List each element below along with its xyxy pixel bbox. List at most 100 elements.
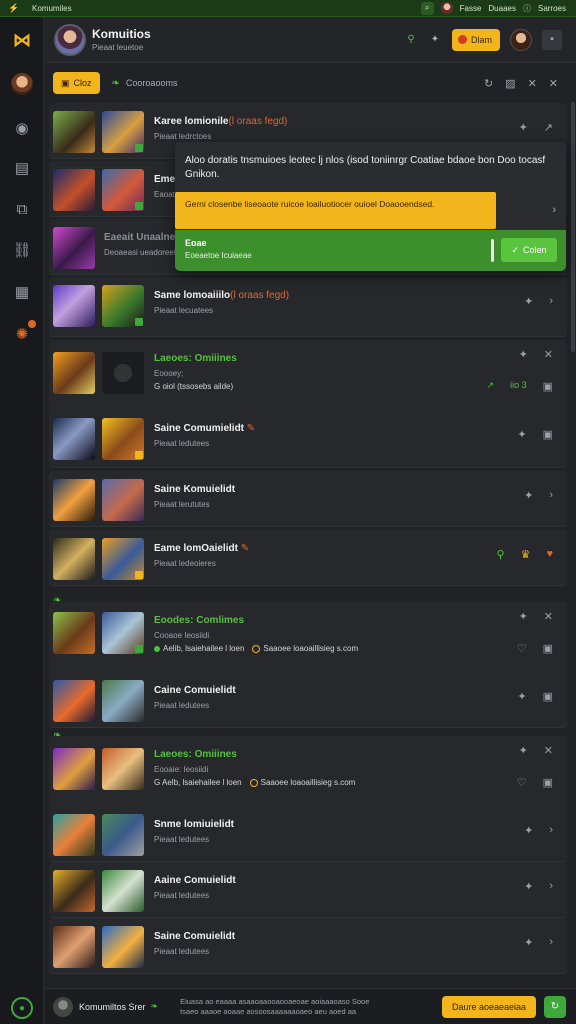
brand-logo-icon[interactable]: ⋈ <box>11 29 33 51</box>
list-item[interactable]: Caine Comuielidt Pieaat ledutees ✦ ▣ <box>49 672 567 728</box>
bottom-info: Eiuasa ao eaaaa asaaoaaooaooaeoae aoiaaa… <box>180 996 370 1016</box>
list-item[interactable]: Aaine Comuielidt Pieaat ledutees ✦ › <box>49 862 567 918</box>
header-action-button[interactable]: Dlam <box>451 28 500 51</box>
tag-icon[interactable]: ⚲ <box>497 548 505 561</box>
chevron-right-icon[interactable]: › <box>549 295 553 308</box>
avatar[interactable] <box>440 2 453 14</box>
scrollbar[interactable] <box>571 102 575 352</box>
confirm-subtitle: Eoeaetoe Icuiaeae <box>185 251 252 260</box>
star-icon[interactable]: ✦ <box>519 121 528 134</box>
item-title: Karee lomionile(l oraas fegd) <box>154 116 288 127</box>
star-icon[interactable]: ✦ <box>517 428 526 441</box>
item-subtitle: Pieaat lerututes <box>154 500 210 509</box>
star-icon[interactable]: ✦ <box>524 295 533 308</box>
user-avatar[interactable] <box>510 28 532 51</box>
trophy-icon[interactable]: ♛ <box>521 548 531 561</box>
star-icon[interactable]: ✦ <box>524 880 533 893</box>
list-item[interactable]: Saine Komuielidt Pieaat lerututes ✦ › <box>49 471 567 527</box>
compass-icon[interactable]: ◉ <box>11 117 33 139</box>
chevron-right-icon[interactable]: › <box>549 824 553 837</box>
layout-icon[interactable]: ▦ <box>11 281 33 303</box>
game-thumbnail <box>102 538 144 580</box>
star-icon[interactable]: ✦ <box>517 690 526 703</box>
community-avatar[interactable] <box>54 23 86 56</box>
game-thumbnail <box>53 814 95 856</box>
filter-chip[interactable]: ▣ Cloz <box>53 72 100 94</box>
leaf-icon: ❧ <box>150 1001 159 1011</box>
gamepad-icon[interactable]: ⧉ <box>11 198 33 220</box>
status-badge <box>135 318 143 326</box>
item-subtitle: Pieaat ledutees <box>154 701 210 710</box>
notification-icon[interactable]: ✺ <box>11 320 36 345</box>
save-icon[interactable]: ▣ <box>543 380 553 393</box>
like-icon[interactable]: ♡ <box>517 776 527 789</box>
confirm-button-label: Colen <box>523 245 547 255</box>
filter-category-label: Cooroaooms <box>125 78 178 88</box>
star-icon[interactable]: ✦ <box>524 824 533 837</box>
topbar-user-1[interactable]: Fasse <box>460 4 482 13</box>
topbar-right: ⌕ Fasse Duaaes ⓘ Sarroes <box>420 1 576 15</box>
list-item[interactable]: Snme lomiuielidt Pieaat ledutees ✦ › <box>49 806 567 862</box>
popup-warning[interactable]: Gerni closenbe liseoaote ruicoe loailuot… <box>175 192 496 229</box>
user-avatar[interactable] <box>53 996 73 1017</box>
star-icon[interactable]: ✦ <box>524 489 533 502</box>
close-icon[interactable]: ✕ <box>549 77 558 90</box>
save-icon[interactable]: ▣ <box>543 428 553 441</box>
close-icon[interactable]: ✕ <box>544 744 553 757</box>
calendar-icon[interactable]: ▤ <box>11 157 33 179</box>
link-icon[interactable]: ⛓ <box>11 239 33 261</box>
list-item[interactable]: Laeoes: Omiiines Eooaie: Ieosiidi G Aelb… <box>49 736 567 810</box>
item-accent: (l oraas fegd) <box>230 290 290 301</box>
game-thumbnail <box>53 680 95 722</box>
game-thumbnail <box>102 285 144 327</box>
item-title: Eame lomOaielidt ✎ <box>154 543 250 554</box>
topbar-user-3[interactable]: Sarroes <box>538 4 566 13</box>
save-icon[interactable]: ▣ <box>543 690 553 703</box>
sparkle-icon[interactable]: ✦ <box>428 33 442 47</box>
search-icon[interactable]: ⌕ <box>420 1 434 15</box>
list-item[interactable]: Same lomoaiiilo(l oraas fegd) Pieaat lec… <box>49 277 567 337</box>
item-detail: G oiol (tssosebs ailde) <box>154 382 234 391</box>
star-icon[interactable]: ✦ <box>524 936 533 949</box>
bottom-action-button[interactable]: Daure aoeaeaeiaa <box>441 995 536 1018</box>
topbar-user-2[interactable]: Duaaes <box>488 4 516 13</box>
notification-badge <box>28 320 36 328</box>
save-icon[interactable]: ▣ <box>543 642 553 655</box>
like-icon[interactable]: ♡ <box>517 642 527 655</box>
confirm-button[interactable]: ✓ Colen <box>501 238 557 262</box>
item-title: Saine Komuielidt <box>154 484 236 495</box>
sidebar-profile-avatar[interactable] <box>11 73 33 95</box>
chevron-right-icon[interactable]: › <box>549 489 553 502</box>
image-icon[interactable]: ▨ <box>505 77 515 90</box>
page-subtitle: Pieaat leuetoe <box>92 43 144 52</box>
chevron-right-icon[interactable]: ↗ <box>544 121 553 134</box>
shuffle-icon[interactable]: ✕ <box>528 77 537 90</box>
list-item[interactable]: Saine Comumielidt ✎ Pieaat ledutees ✦ ▣ <box>49 410 567 468</box>
game-thumbnail <box>102 612 144 654</box>
list-item[interactable]: Eame lomOaielidt ✎ Pieaat ledeoieres ⚲ ♛ ♥ <box>49 530 567 586</box>
list-item[interactable]: Laeoes: Omiiines Eoooey; G oiol (tssoseb… <box>49 340 567 414</box>
item-subtitle: Pieaat lecuatees <box>154 306 214 315</box>
game-thumbnail <box>53 169 95 211</box>
online-status-icon[interactable]: ● <box>11 997 33 1019</box>
star-icon[interactable]: ✦ <box>519 744 528 757</box>
filter-category[interactable]: ❧ Cooroaooms <box>112 78 178 89</box>
pin-icon[interactable]: ⚲ <box>404 33 418 47</box>
star-icon[interactable]: ✦ <box>519 610 528 623</box>
close-icon[interactable]: ✕ <box>544 348 553 361</box>
chevron-right-icon[interactable]: › <box>549 880 553 893</box>
refresh-icon[interactable]: ↻ <box>484 77 493 90</box>
chevron-right-icon[interactable]: › <box>552 204 556 216</box>
chevron-right-icon[interactable]: › <box>549 936 553 949</box>
star-icon[interactable]: ✦ <box>519 348 528 361</box>
send-icon[interactable]: ↻ <box>544 995 566 1018</box>
close-icon[interactable]: ✕ <box>544 610 553 623</box>
list-item[interactable]: Saine Comuielidt Pieaat ledutees ✦ › <box>49 918 567 974</box>
like-icon[interactable]: ♥ <box>546 548 553 561</box>
edit-icon: ✎ <box>240 543 250 554</box>
save-icon[interactable]: ▣ <box>543 776 553 789</box>
info-icon[interactable]: ⓘ <box>523 3 531 14</box>
item-subtitle: Pieaat ledutees <box>154 439 210 448</box>
list-item[interactable]: Eoodes: Comlimes Cooaoe Ieosiidi Aelib, … <box>49 602 567 676</box>
menu-icon[interactable]: ▪ <box>542 29 562 50</box>
